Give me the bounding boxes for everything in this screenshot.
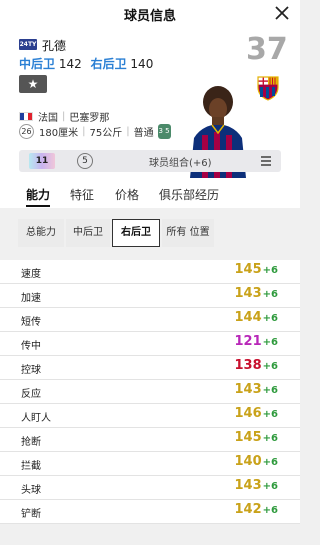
attribute-value-number: 121: [234, 334, 262, 349]
attribute-name: 传中: [21, 341, 41, 352]
attribute-bonus: +6: [262, 313, 278, 324]
tab-ability[interactable]: 能力: [26, 186, 50, 203]
attribute-value-number: 146: [234, 406, 262, 421]
attribute-value: 138+6: [235, 358, 278, 373]
attribute-value: 140+6: [235, 454, 278, 469]
attribute-value-number: 138: [234, 358, 262, 373]
team-color-level: 5: [77, 153, 93, 169]
attribute-row: 拦截 140+6: [0, 452, 300, 476]
favorite-star-button[interactable]: ★: [19, 75, 47, 93]
divider: |: [82, 126, 86, 137]
attribute-name: 短传: [21, 317, 41, 328]
attribute-value: 145+6: [235, 262, 278, 277]
menu-icon[interactable]: [260, 155, 272, 167]
position-1-value: 142: [58, 57, 82, 71]
overall-rating: 37: [246, 32, 288, 67]
attribute-value: 143+6: [235, 478, 278, 493]
attribute-value-number: 143: [234, 478, 262, 493]
attribute-value: 142+6: [235, 502, 278, 517]
active-tab-indicator: [26, 205, 50, 207]
attribute-value-number: 142: [234, 502, 262, 517]
attribute-value-number: 145: [234, 430, 262, 445]
club-name: 巴塞罗那: [69, 113, 110, 124]
attribute-row: 短传 144+6: [0, 308, 300, 332]
position-2-value: 140: [130, 57, 154, 71]
attribute-name: 速度: [21, 269, 41, 280]
body-type: 普通: [133, 128, 154, 139]
player-name: 孔德: [42, 39, 67, 53]
physical-stats-row: 26 180厘米 | 75公斤 | 普通 3 5: [19, 124, 171, 139]
attribute-row: 铲断 142+6: [0, 500, 300, 524]
subtab-overall[interactable]: 总能力: [18, 219, 64, 247]
attribute-row: 传中 121+6: [0, 332, 300, 356]
attribute-name: 加速: [21, 293, 41, 304]
tab-club-history[interactable]: 俱乐部经历: [159, 186, 219, 203]
height: 180厘米: [39, 128, 79, 139]
attribute-bonus: +6: [262, 265, 278, 276]
position-subtabs: 总能力 中后卫 右后卫 所有 位置: [18, 219, 292, 247]
attribute-name: 抢断: [21, 437, 41, 448]
attribute-row: 头球 143+6: [0, 476, 300, 500]
attribute-value-number: 140: [234, 454, 262, 469]
chemistry-bar[interactable]: 11 5 球员组合(+6): [19, 150, 281, 172]
close-icon[interactable]: [272, 3, 292, 23]
attribute-bonus: +6: [262, 361, 278, 372]
divider: |: [126, 126, 130, 137]
france-flag-icon: [19, 112, 33, 121]
attribute-value: 143+6: [235, 382, 278, 397]
subtab-all-positions[interactable]: 所有 位置: [162, 219, 214, 247]
divider: |: [62, 111, 66, 122]
attribute-name: 控球: [21, 365, 41, 376]
main-tabs: 能力 特征 价格 俱乐部经历: [0, 180, 300, 208]
attribute-name: 铲断: [21, 509, 41, 520]
upgrade-level-badge: 11: [29, 153, 55, 169]
attribute-value-number: 143: [234, 382, 262, 397]
attribute-value-number: 143: [234, 286, 262, 301]
attribute-list: 速度 145+6 加速 143+6 短传 144+6 传中 121+6 控球 138+6 反应 143…: [0, 260, 300, 524]
page-title: 球员信息: [123, 9, 176, 24]
attribute-value: 145+6: [235, 430, 278, 445]
header-bar: 球员信息: [0, 0, 300, 28]
skill-foot-icon: 3 5: [157, 124, 171, 139]
position-ratings: 中后卫 142 右后卫 140: [19, 55, 158, 72]
age-badge: 26: [19, 124, 34, 139]
attribute-value: 143+6: [235, 286, 278, 301]
attribute-bonus: +6: [262, 409, 278, 420]
nation-name: 法国: [38, 113, 58, 124]
position-2-name: 右后卫: [90, 57, 127, 71]
player-card: 24TY 孔德 中后卫 142 右后卫 140 37 ★ 法国 | 巴塞罗那 2…: [0, 28, 300, 180]
subtab-rb[interactable]: 右后卫: [112, 219, 160, 247]
attribute-name: 反应: [21, 389, 41, 400]
attribute-name: 人盯人: [21, 413, 51, 424]
attribute-row: 速度 145+6: [0, 260, 300, 284]
subtab-cb[interactable]: 中后卫: [66, 219, 110, 247]
attribute-bonus: +6: [262, 289, 278, 300]
attribute-bonus: +6: [262, 433, 278, 444]
weight: 75公斤: [89, 128, 123, 139]
nation-club-row: 法国 | 巴塞罗那: [19, 109, 109, 124]
attribute-bonus: +6: [262, 481, 278, 492]
attribute-row: 人盯人 146+6: [0, 404, 300, 428]
attribute-value-number: 144: [234, 310, 262, 325]
attribute-row: 加速 143+6: [0, 284, 300, 308]
attribute-bonus: +6: [262, 385, 278, 396]
tab-price[interactable]: 价格: [115, 186, 139, 203]
chemistry-label: 球员组合(+6): [149, 158, 212, 169]
season-badge: 24TY: [19, 39, 37, 50]
position-1-name: 中后卫: [19, 57, 56, 71]
attribute-value: 146+6: [235, 406, 278, 421]
attribute-bonus: +6: [262, 505, 278, 516]
attribute-row: 控球 138+6: [0, 356, 300, 380]
club-crest-icon: [257, 76, 279, 101]
attribute-row: 抢断 145+6: [0, 428, 300, 452]
attribute-row: 反应 143+6: [0, 380, 300, 404]
attribute-value: 121+6: [235, 334, 278, 349]
attribute-name: 头球: [21, 485, 41, 496]
attribute-value: 144+6: [235, 310, 278, 325]
attribute-value-number: 145: [234, 262, 262, 277]
attribute-name: 拦截: [21, 461, 41, 472]
attribute-bonus: +6: [262, 337, 278, 348]
tab-traits[interactable]: 特征: [70, 186, 94, 203]
attribute-bonus: +6: [262, 457, 278, 468]
